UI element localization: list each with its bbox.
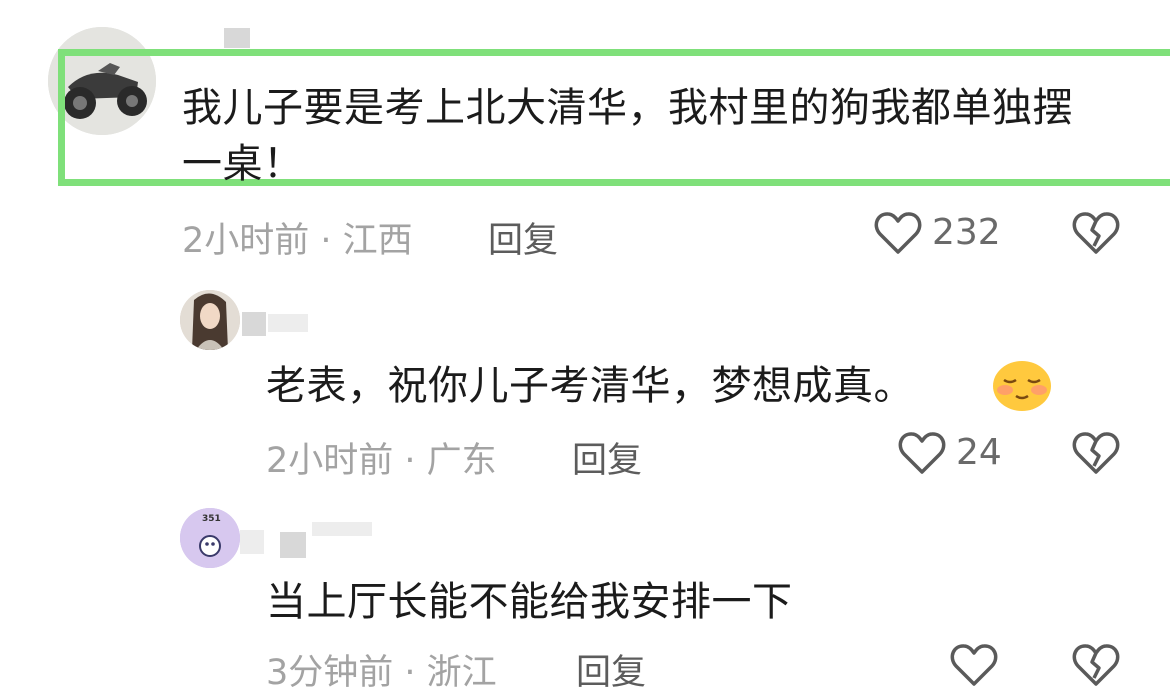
comment-text: 老表，祝你儿子考清华，梦想成真。: [266, 363, 914, 409]
heart-outline-icon[interactable]: [898, 430, 946, 476]
username-mask: [312, 522, 372, 536]
reply-button[interactable]: 回复: [488, 212, 558, 263]
username-mask: [240, 530, 264, 554]
username-mask: [224, 28, 250, 48]
avatar[interactable]: [180, 290, 240, 350]
username-mask: [242, 312, 266, 336]
username-mask: [280, 532, 306, 558]
reply-button[interactable]: 回复: [572, 432, 642, 483]
reply-button[interactable]: 回复: [576, 644, 646, 695]
username-mask: [268, 314, 308, 332]
broken-heart-icon[interactable]: [1072, 642, 1120, 688]
portrait-avatar-image: [180, 290, 240, 350]
broken-heart-icon[interactable]: [1072, 430, 1120, 476]
heart-outline-icon[interactable]: [950, 642, 998, 688]
comment-meta: 3分钟前 · 浙江: [266, 653, 497, 693]
comment-meta: 2小时前 · 江西: [182, 221, 413, 261]
comment-text: 我儿子要是考上北大清华，我村里的狗我都单独摆一桌！: [182, 85, 1073, 187]
comment-text: 当上厅长能不能给我安排一下: [266, 579, 793, 625]
like-count: 232: [932, 212, 1001, 253]
heart-outline-icon[interactable]: [874, 210, 922, 256]
shy-smile-emoji: [993, 361, 1051, 411]
avatar[interactable]: 351: [180, 508, 240, 568]
comment-meta: 2小时前 · 广东: [266, 441, 497, 481]
like-count: 24: [956, 432, 1002, 473]
broken-heart-icon[interactable]: [1072, 210, 1120, 256]
avatar-badge: 351: [202, 514, 221, 524]
